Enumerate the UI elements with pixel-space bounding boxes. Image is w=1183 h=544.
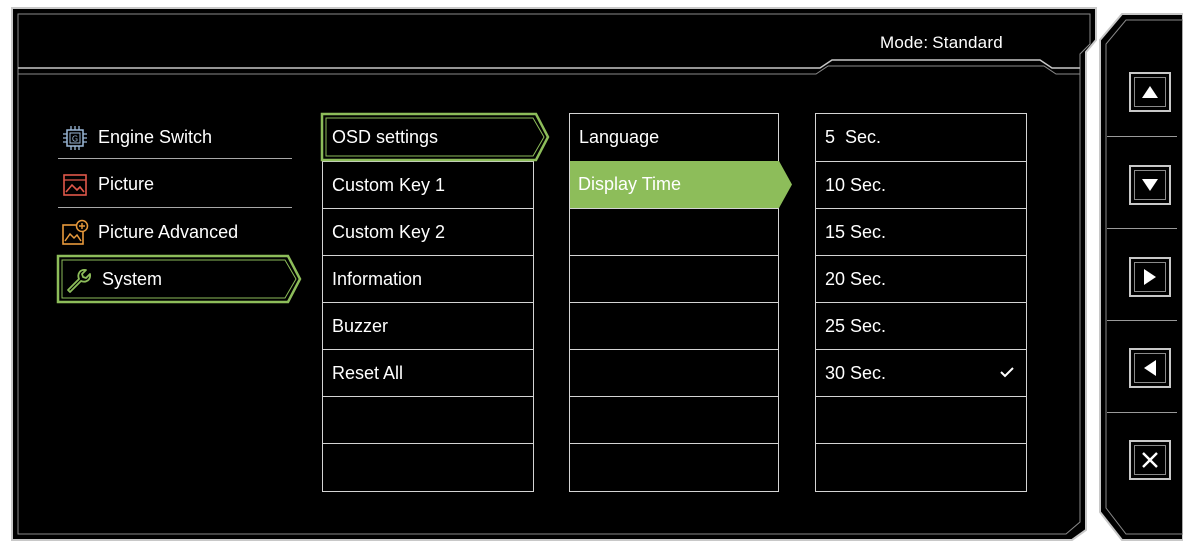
option-label: 25 Sec.	[825, 315, 887, 336]
category-system[interactable]: System	[58, 256, 292, 303]
divider	[1107, 320, 1177, 321]
list-item-buzzer[interactable]: Buzzer	[323, 302, 533, 349]
list-item-custom-key-2[interactable]: Custom Key 2	[323, 208, 533, 255]
mode-label: Mode:	[880, 33, 929, 52]
right-arrow-icon	[1144, 269, 1156, 285]
display-time-options-list: 5 Sec. 10 Sec. 15 Sec. 20 Sec. 25 Sec. 3…	[815, 113, 1027, 492]
system-menu-list: Custom Key 1 Custom Key 2 Information Bu…	[322, 113, 534, 492]
divider	[1107, 228, 1177, 229]
engine-switch-icon: G	[60, 123, 90, 153]
category-label: System	[102, 269, 163, 289]
up-button[interactable]	[1129, 72, 1171, 112]
close-icon	[1142, 452, 1158, 468]
right-button[interactable]	[1129, 257, 1171, 297]
item-label: Reset All	[332, 362, 404, 383]
list-item-osd-settings[interactable]: OSD settings	[332, 114, 438, 161]
divider	[1107, 412, 1177, 413]
option-label: 15 Sec.	[825, 221, 887, 242]
category-picture-advanced[interactable]: Picture Advanced	[58, 209, 292, 256]
list-item-empty	[570, 396, 778, 443]
svg-text:G: G	[72, 134, 78, 143]
mode-value: Standard	[932, 33, 1003, 52]
picture-icon	[60, 170, 90, 200]
list-item-language[interactable]: Language	[570, 114, 778, 161]
list-item-empty	[816, 443, 1026, 490]
item-label: Custom Key 2	[332, 221, 446, 242]
divider	[58, 207, 292, 208]
list-item-empty	[570, 443, 778, 490]
item-label: Display Time	[578, 174, 682, 194]
item-label: Language	[579, 127, 660, 147]
divider	[58, 158, 292, 159]
list-item-custom-key-1[interactable]: Custom Key 1	[323, 161, 533, 208]
item-label: OSD settings	[332, 127, 439, 147]
list-item-information[interactable]: Information	[323, 255, 533, 302]
item-label: Information	[332, 268, 423, 289]
divider	[1107, 136, 1177, 137]
picture-advanced-icon	[60, 218, 90, 248]
option-10-sec[interactable]: 10 Sec.	[816, 161, 1026, 208]
down-button[interactable]	[1129, 165, 1171, 205]
left-arrow-icon	[1144, 360, 1156, 376]
item-label: Buzzer	[332, 315, 389, 336]
category-picture[interactable]: Picture	[58, 161, 292, 208]
system-wrench-icon	[64, 265, 94, 295]
category-label: Picture	[98, 174, 155, 194]
close-button[interactable]	[1129, 440, 1171, 480]
list-item-empty	[570, 208, 778, 255]
category-engine-switch[interactable]: G Engine Switch	[58, 114, 292, 161]
list-item-reset-all[interactable]: Reset All	[323, 349, 533, 396]
option-5-sec[interactable]: 5 Sec.	[816, 114, 1026, 161]
option-label: 10 Sec.	[825, 174, 887, 195]
option-label: 5 Sec.	[825, 127, 882, 147]
option-25-sec[interactable]: 25 Sec.	[816, 302, 1026, 349]
option-label: 30 Sec.	[825, 362, 887, 383]
left-button[interactable]	[1129, 348, 1171, 388]
list-item-empty	[570, 255, 778, 302]
up-arrow-icon	[1142, 86, 1158, 98]
option-20-sec[interactable]: 20 Sec.	[816, 255, 1026, 302]
list-item-display-time[interactable]: Display Time	[578, 161, 681, 208]
list-item-empty	[570, 302, 778, 349]
option-15-sec[interactable]: 15 Sec.	[816, 208, 1026, 255]
item-label: Custom Key 1	[332, 174, 446, 195]
list-item-empty	[323, 443, 533, 490]
category-label: Picture Advanced	[98, 222, 239, 242]
option-30-sec[interactable]: 30 Sec.	[816, 349, 1026, 396]
list-item-empty	[323, 396, 533, 443]
down-arrow-icon	[1142, 179, 1158, 191]
option-label: 20 Sec.	[825, 268, 887, 289]
category-label: Engine Switch	[98, 127, 213, 147]
list-item-empty	[816, 396, 1026, 443]
mode-indicator: Mode: Standard	[880, 33, 1003, 53]
checkmark-icon	[1000, 367, 1014, 378]
list-item-empty	[570, 349, 778, 396]
